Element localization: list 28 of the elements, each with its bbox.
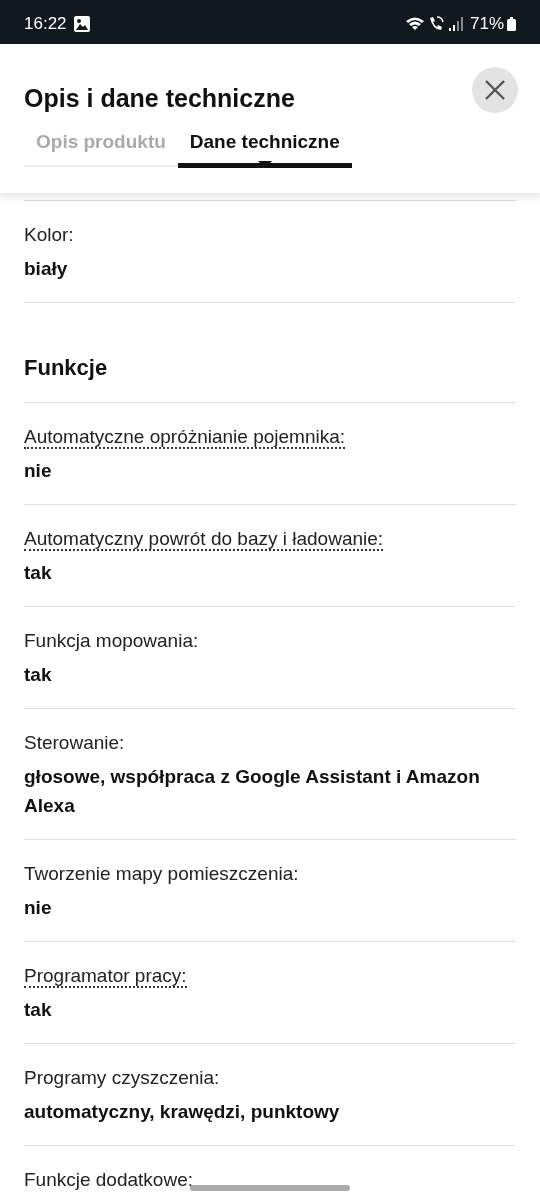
spec-label: Funkcja mopowania: bbox=[24, 630, 199, 651]
spec-label[interactable]: Programator pracy: bbox=[24, 965, 187, 988]
spec-value: automatyczny, krawędzi, punktowy bbox=[24, 1100, 341, 1124]
sheet-title: Opis i dane techniczne bbox=[24, 84, 295, 113]
spec-value: tak bbox=[24, 561, 53, 585]
spec-label: Tworzenie mapy pomieszczenia: bbox=[24, 863, 299, 884]
spec-value: nie bbox=[24, 459, 53, 483]
clock: 16:22 bbox=[24, 14, 67, 34]
close-icon bbox=[484, 79, 506, 101]
close-button[interactable] bbox=[472, 67, 518, 113]
spec-label: Programy czyszczenia: bbox=[24, 1067, 220, 1088]
spec-label[interactable]: Automatyczne opróżnianie pojemnika: bbox=[24, 426, 346, 449]
image-icon bbox=[73, 16, 90, 32]
wifi-icon bbox=[404, 16, 425, 32]
spec-label[interactable]: Automatyczny powrót do bazy i ładowanie: bbox=[24, 528, 384, 551]
spec-label: Funkcje dodatkowe: bbox=[24, 1169, 193, 1190]
spec-value: tak bbox=[24, 663, 53, 687]
spec-label: Sterowanie: bbox=[24, 732, 125, 753]
battery-icon bbox=[507, 16, 516, 32]
spec-value: głosowe, współpraca z Google Assistant i Amazon Alexa bbox=[24, 765, 481, 818]
section-heading: Funkcje bbox=[24, 353, 108, 381]
spec-label: Kolor: bbox=[24, 224, 74, 245]
phone-icon bbox=[427, 16, 446, 32]
signal-icon bbox=[448, 16, 463, 32]
spec-value: tak bbox=[24, 998, 53, 1022]
spec-value: biały bbox=[24, 257, 69, 281]
battery-level: 71% bbox=[469, 14, 504, 34]
spec-value: nie bbox=[24, 896, 53, 920]
